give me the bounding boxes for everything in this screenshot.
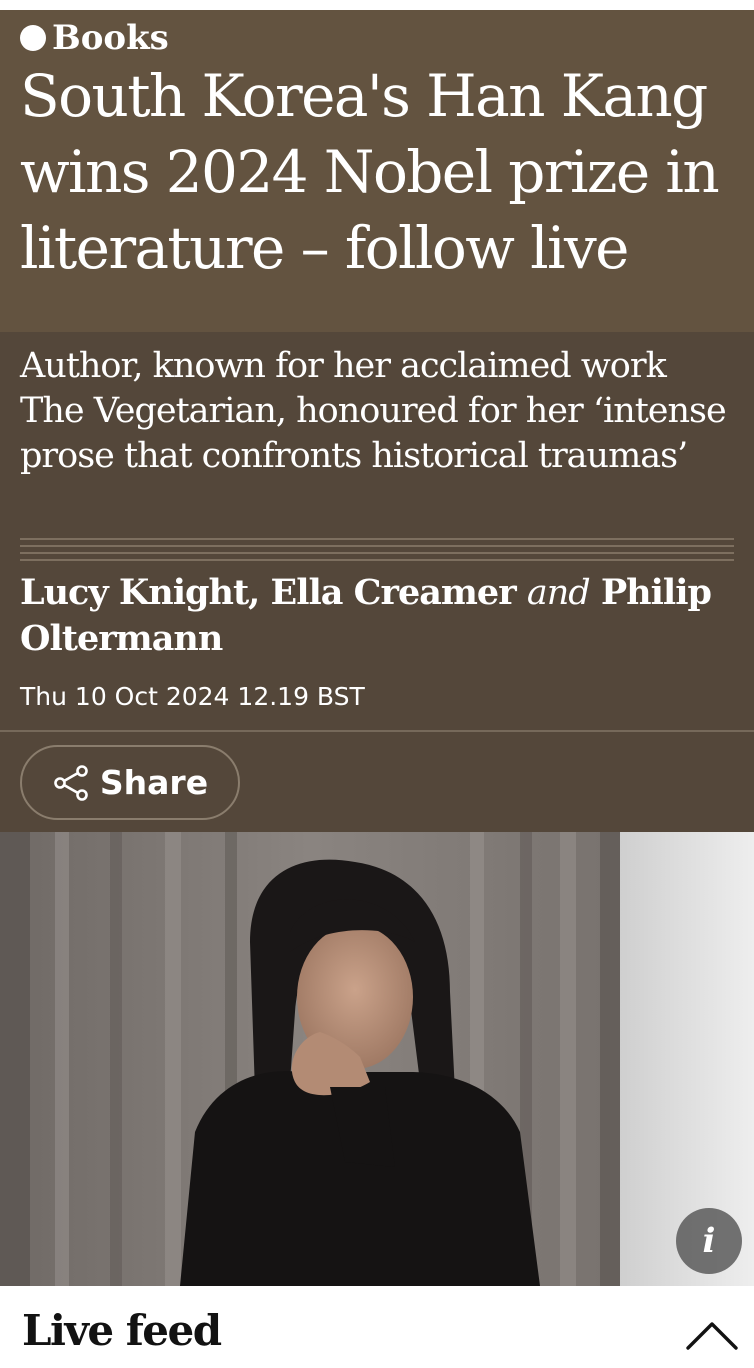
article-photo[interactable] [0,832,754,1286]
info-button[interactable]: i [676,1208,742,1274]
byline-conjunction: and [526,573,591,613]
share-label: Share [99,763,209,802]
publish-timestamp: Thu 10 Oct 2024 12.19 BST [20,682,365,711]
divider-rules [20,538,734,566]
section-name: Books [52,18,169,58]
headline: South Korea's Han Kang wins 2024 Nobel p… [20,62,720,282]
live-dot-icon [20,25,46,51]
author-link[interactable]: Lucy Knight [20,572,249,613]
share-button[interactable]: Share [20,745,240,820]
article-header: Books South Korea's Han Kang wins 2024 N… [0,10,754,332]
byline: Lucy Knight, Ella Creamer and Philip Olt… [20,570,735,661]
section-label[interactable]: Books [20,18,169,58]
author-link[interactable]: Ella Creamer [271,572,517,613]
live-feed-title: Live feed [22,1306,222,1355]
live-feed-bar[interactable]: Live feed [0,1286,754,1368]
article-meta: Author, known for her acclaimed work The… [0,332,754,832]
byline-separator: , [248,572,271,613]
share-icon [54,764,88,801]
divider [0,730,754,732]
chevron-up-icon[interactable] [684,1314,740,1354]
info-icon: i [702,1221,716,1261]
article-page: Books South Korea's Han Kang wins 2024 N… [0,0,754,1368]
standfirst: Author, known for her acclaimed work The… [20,346,727,476]
portrait-image [0,832,754,1286]
